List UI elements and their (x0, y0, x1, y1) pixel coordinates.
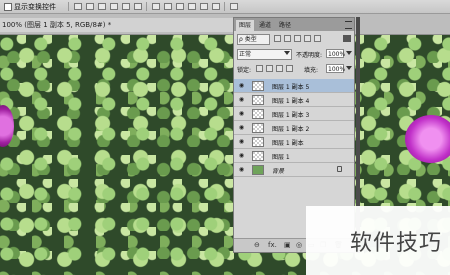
layer-row[interactable]: ◉ 背景 (234, 163, 354, 177)
align-hcenter-icon[interactable] (122, 3, 130, 10)
layer-style-icon[interactable]: fx. (268, 241, 277, 249)
filter-row: ρ 类型 (234, 33, 354, 45)
lock-all-icon[interactable] (286, 65, 293, 72)
layer-row[interactable]: ◉ 图层 1 副本 2 (234, 121, 354, 135)
link-layers-icon[interactable]: ⊖ (254, 241, 260, 249)
smart-object-filter-icon[interactable] (314, 35, 321, 42)
layer-row[interactable]: ◉ 图层 1 (234, 149, 354, 163)
lock-pixels-icon[interactable] (266, 65, 273, 72)
lock-label: 锁定: (237, 67, 252, 74)
layer-name: 图层 1 (272, 154, 290, 161)
eye-icon[interactable]: ◉ (238, 96, 245, 103)
layer-name: 图层 1 副本 (272, 140, 304, 147)
distribute-right-icon[interactable] (212, 3, 220, 10)
chevron-down-icon (284, 51, 290, 55)
fill-input[interactable]: 100% (326, 64, 345, 73)
panel-tabs: 图层 通道 路径 (234, 18, 354, 31)
flower-right-image (405, 115, 450, 163)
opacity-input[interactable]: 100% (326, 49, 345, 58)
layer-thumbnail (252, 137, 264, 147)
layer-name: 图层 1 副本 4 (272, 98, 310, 105)
tab-paths[interactable]: 路径 (276, 20, 294, 31)
align-vcenter-icon[interactable] (86, 3, 94, 10)
lock-icon (337, 166, 342, 172)
eye-icon[interactable]: ◉ (238, 152, 245, 159)
watermark: 软件技巧 (306, 206, 450, 275)
distribute-bottom-icon[interactable] (176, 3, 184, 10)
pixel-filter-icon[interactable] (274, 35, 281, 42)
align-left-icon[interactable] (110, 3, 118, 10)
layer-thumbnail (252, 123, 264, 133)
align-top-icon[interactable] (74, 3, 82, 10)
watermark-text: 软件技巧 (349, 231, 442, 256)
eye-icon[interactable]: ◉ (238, 110, 245, 117)
eye-icon[interactable]: ◉ (238, 138, 245, 145)
lock-row: 锁定: 填充: 100% (234, 63, 354, 75)
layer-thumbnail (252, 151, 264, 161)
options-separator (68, 2, 69, 11)
adjustment-layer-icon[interactable]: ◎ (296, 241, 302, 249)
opacity-label: 不透明度: (296, 52, 323, 59)
layer-name: 图层 1 副本 5 (272, 84, 310, 91)
distribute-vcenter-icon[interactable] (164, 3, 172, 10)
chevron-down-icon[interactable] (346, 66, 352, 70)
align-right-icon[interactable] (134, 3, 142, 10)
document-tab-bar: 100% (图层 1 副本 5, RGB/8#) * (0, 14, 450, 35)
layer-name: 图层 1 副本 3 (272, 112, 310, 119)
filter-toggle[interactable] (343, 35, 351, 42)
eye-icon[interactable]: ◉ (238, 166, 245, 173)
type-filter-icon[interactable] (294, 35, 301, 42)
options-separator (224, 2, 225, 11)
layer-thumbnail (252, 95, 264, 105)
layer-row[interactable]: ◉ 图层 1 副本 4 (234, 93, 354, 107)
shape-filter-icon[interactable] (304, 35, 311, 42)
tab-channels[interactable]: 通道 (256, 20, 274, 31)
fill-label: 填充: (304, 67, 319, 74)
layer-row[interactable]: ◉ 图层 1 副本 (234, 135, 354, 149)
layer-row[interactable]: ◉ 图层 1 副本 5 (234, 79, 354, 93)
flower-left-image (0, 105, 14, 147)
tab-layers[interactable]: 图层 (236, 20, 255, 31)
layer-row[interactable]: ◉ 图层 1 副本 3 (234, 107, 354, 121)
align-bottom-icon[interactable] (98, 3, 106, 10)
distribute-hcenter-icon[interactable] (200, 3, 208, 10)
show-transform-controls-label: 显示变换控件 (14, 3, 56, 11)
distribute-top-icon[interactable] (152, 3, 160, 10)
eye-icon[interactable]: ◉ (238, 124, 245, 131)
lock-transparency-icon[interactable] (256, 65, 263, 72)
chevron-down-icon[interactable] (346, 51, 352, 55)
show-transform-controls-checkbox[interactable] (4, 3, 12, 11)
layer-name: 图层 1 副本 2 (272, 126, 310, 133)
layer-thumbnail (252, 109, 264, 119)
layer-name: 背景 (272, 168, 285, 175)
eye-icon[interactable]: ◉ (238, 82, 245, 89)
adjustment-filter-icon[interactable] (284, 35, 291, 42)
document-tab[interactable]: 100% (图层 1 副本 5, RGB/8#) * (0, 18, 238, 32)
auto-align-icon[interactable] (230, 3, 238, 10)
distribute-left-icon[interactable] (188, 3, 196, 10)
layer-thumbnail (252, 81, 264, 91)
options-bar: 显示变换控件 (0, 0, 450, 14)
add-mask-icon[interactable]: ▣ (284, 241, 291, 249)
blend-row: 正常 不透明度: 100% (234, 48, 354, 60)
panel-menu-icon[interactable] (345, 21, 352, 29)
layer-thumbnail (252, 165, 264, 175)
options-separator (146, 2, 147, 11)
kind-filter-select[interactable]: ρ 类型 (237, 34, 270, 45)
lock-position-icon[interactable] (276, 65, 283, 72)
